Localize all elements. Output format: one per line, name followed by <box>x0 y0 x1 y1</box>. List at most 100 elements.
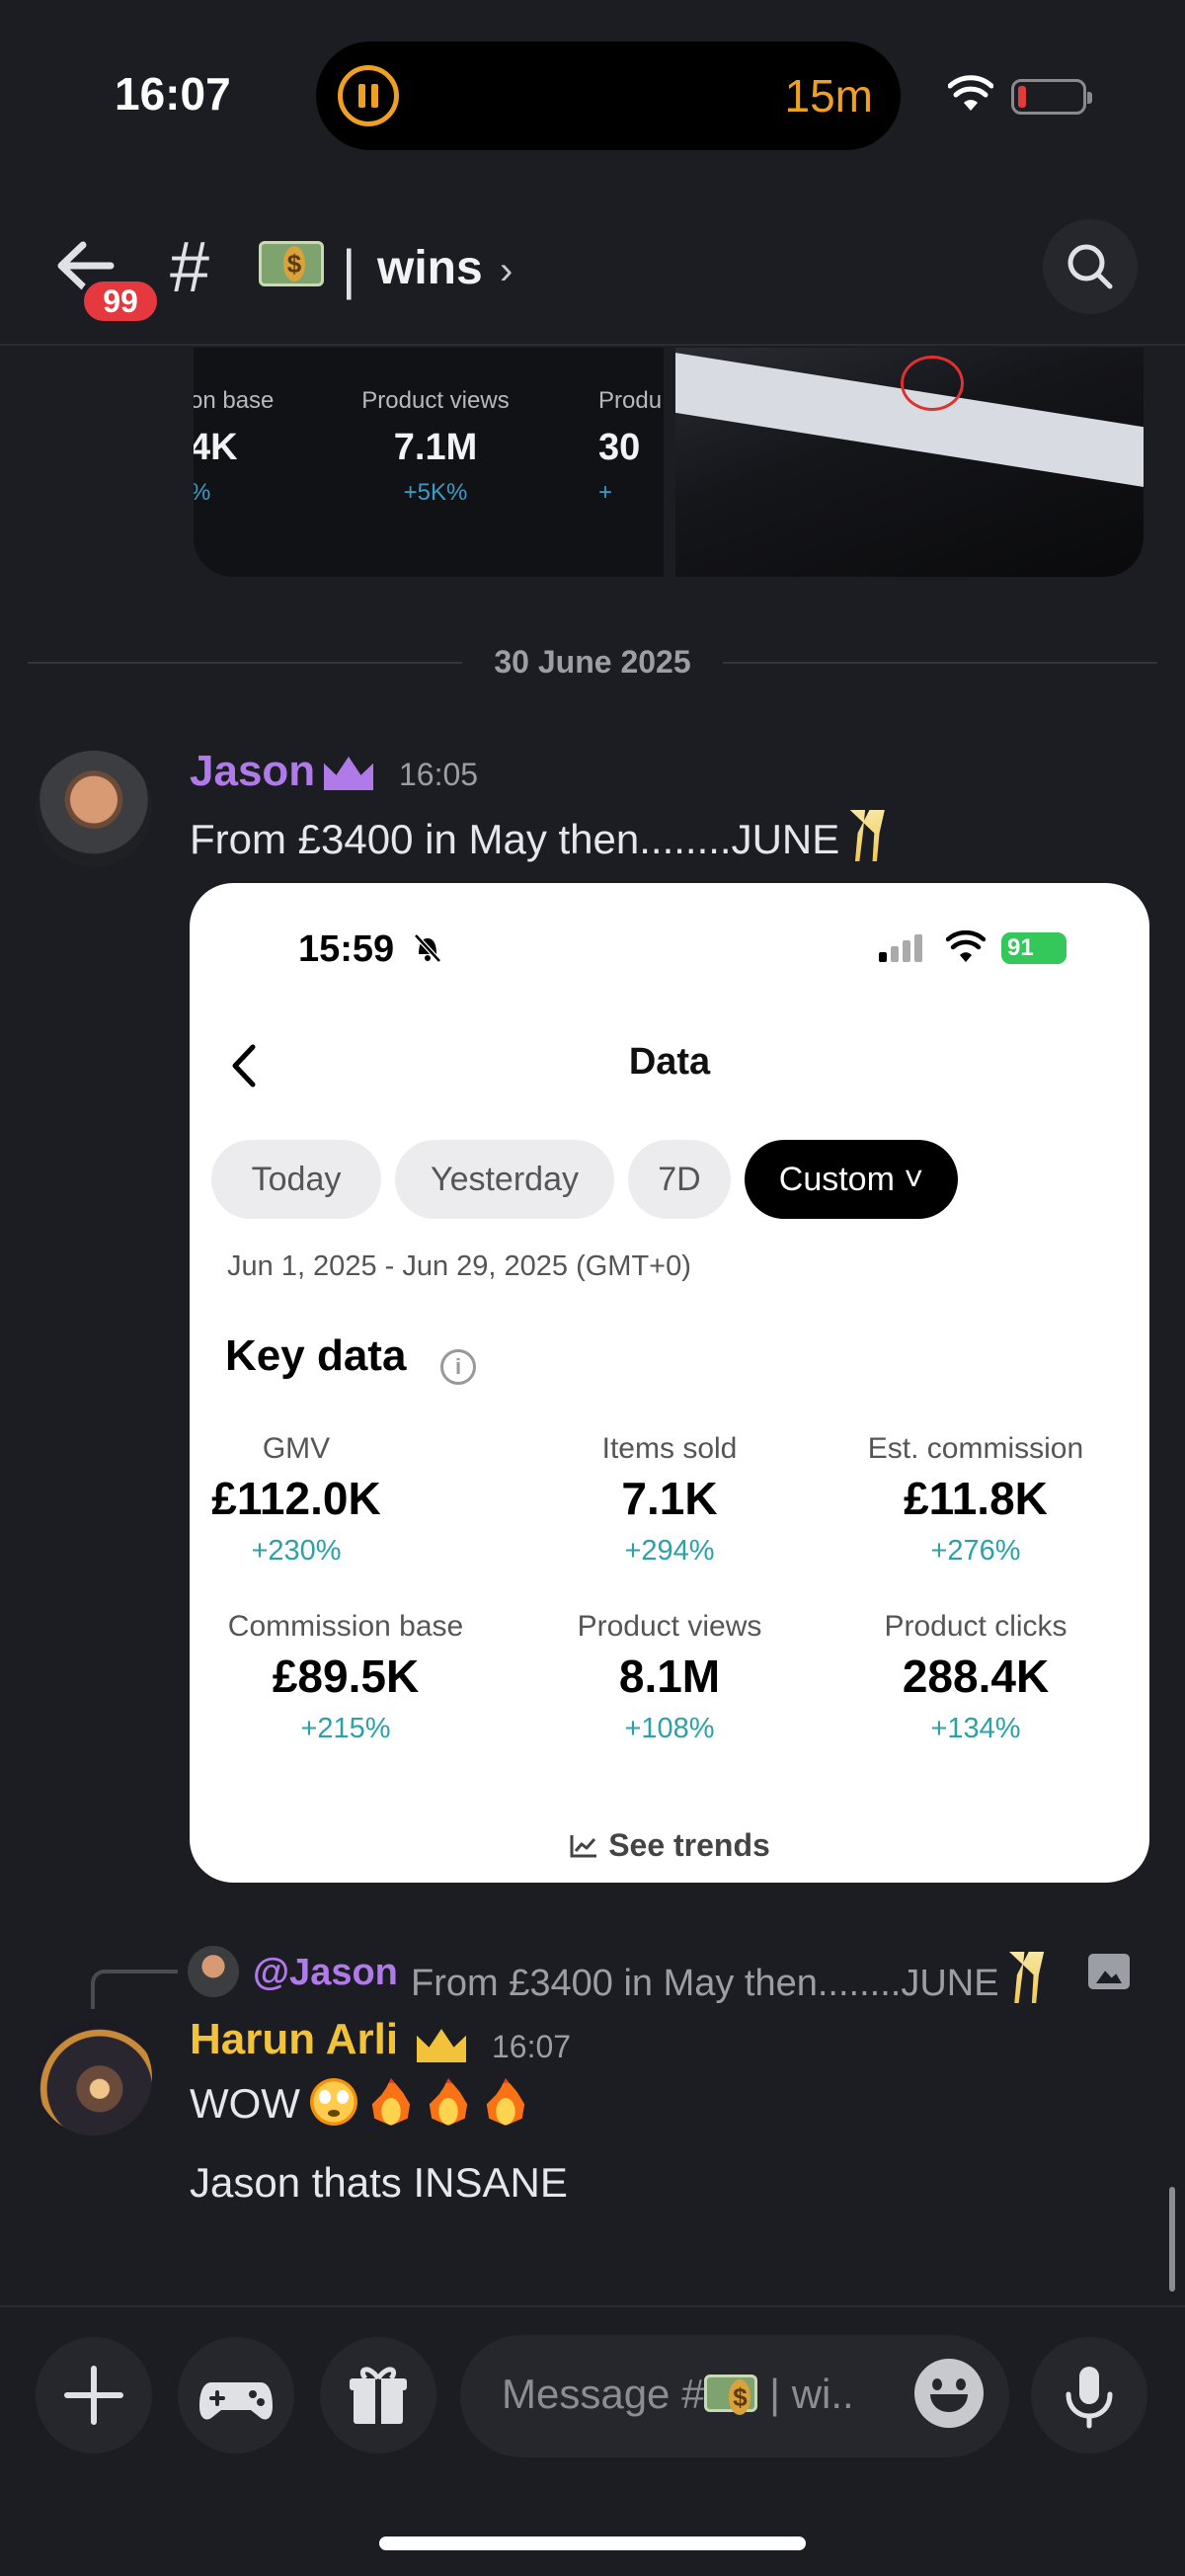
fire-icon <box>371 2078 411 2126</box>
prev-stat-value: 7.1M <box>393 427 478 468</box>
message-composer: Message # | wi.. <box>0 2305 1185 2457</box>
wifi-icon <box>948 75 993 111</box>
see-trends-link: See trends <box>190 1827 1149 1864</box>
chip-7d: 7D <box>628 1140 731 1219</box>
stat-est-commission: Est. commission £11.8K +276% <box>818 1432 1134 1568</box>
money-emoji-icon <box>259 241 324 286</box>
gift-icon <box>350 2367 407 2424</box>
author-name[interactable]: Jason <box>190 747 315 796</box>
stat-label: Commission base <box>227 1610 464 1643</box>
island-timer: 15m <box>784 70 873 121</box>
fire-icon <box>429 2078 468 2126</box>
avatar[interactable] <box>36 751 152 867</box>
message-input[interactable]: Message # | wi.. <box>460 2335 1009 2457</box>
reply-preview-text: From £3400 in May then........JUNE <box>411 1963 999 2004</box>
image-icon <box>1088 1954 1130 1989</box>
avatar[interactable] <box>36 2019 152 2135</box>
stat-label: Items sold <box>601 1432 738 1465</box>
previous-stats-image[interactable]: on base 4K % Product views 7.1M +5K% Pro… <box>194 348 664 577</box>
stat-value: 8.1M <box>618 1650 721 1702</box>
stat-change: +215% <box>300 1713 391 1744</box>
chip-custom: Custom ˅ <box>745 1140 958 1219</box>
prev-stat-value: 4K <box>194 427 238 468</box>
crown-icon <box>417 2029 466 2062</box>
crown-icon <box>324 757 373 790</box>
stat-change: +134% <box>930 1713 1021 1744</box>
bell-slash-icon <box>414 933 441 963</box>
reply-avatar[interactable] <box>188 1946 239 1997</box>
prev-stat-label: Produ <box>598 387 663 414</box>
stat-value: 7.1K <box>621 1473 718 1524</box>
pause-icon[interactable] <box>338 65 399 126</box>
embed-section-title: Key data <box>225 1331 407 1380</box>
channel-name[interactable]: wins <box>377 241 483 295</box>
stat-value: 288.4K <box>902 1650 1050 1702</box>
voice-message-button[interactable] <box>1031 2337 1147 2454</box>
scrollbar[interactable] <box>1169 2187 1175 2292</box>
status-bar: 16:07 15m <box>0 0 1185 188</box>
prev-stat-change: + <box>598 479 613 506</box>
stat-value: £89.5K <box>272 1650 420 1702</box>
date-divider-label: 30 June 2025 <box>494 644 691 680</box>
prev-stat: Produ 30 + <box>598 387 664 507</box>
chip-today: Today <box>211 1140 381 1219</box>
embed-title: Data <box>628 1041 711 1083</box>
stat-change: +276% <box>930 1535 1021 1567</box>
champagne-glasses-icon <box>1008 1952 1045 2003</box>
stat-change: +294% <box>624 1535 715 1567</box>
prev-stat-label: on base <box>194 387 275 414</box>
previous-photo-image[interactable] <box>675 348 1144 577</box>
message-text: From £3400 in May then........JUNE <box>190 810 889 863</box>
stat-label: GMV <box>262 1432 331 1465</box>
prev-stat: Product views 7.1M +5K% <box>332 387 539 507</box>
gift-button[interactable] <box>320 2337 436 2454</box>
message-timestamp: 16:05 <box>399 757 479 792</box>
stat-product-views: Product views 8.1M +108% <box>512 1610 828 1745</box>
stat-items-sold: Items sold 7.1K +294% <box>512 1432 828 1568</box>
money-emoji-icon <box>704 2375 758 2415</box>
see-trends-label: See trends <box>608 1827 770 1863</box>
stat-change: +230% <box>251 1535 342 1567</box>
prev-stat-change: +5K% <box>403 479 468 506</box>
status-clock: 16:07 <box>115 68 231 120</box>
message-text: Jason thats INSANE <box>190 2159 568 2206</box>
placeholder-suffix: | wi.. <box>769 2371 854 2417</box>
channel-header: 99 # | wins › <box>0 198 1185 346</box>
reply-connector <box>91 1970 178 2009</box>
chevron-right-icon[interactable]: › <box>500 249 513 293</box>
flushed-face-icon <box>309 2078 357 2126</box>
stat-commission-base: Commission base £89.5K +215% <box>190 1610 504 1745</box>
stat-product-clicks: Product clicks 288.4K +134% <box>818 1610 1134 1745</box>
prev-stat-value: 30 <box>598 427 641 468</box>
reply-mention[interactable]: @Jason <box>253 1952 398 1994</box>
prev-stat-label: Product views <box>361 387 510 414</box>
placeholder-prefix: Message # <box>502 2371 705 2417</box>
stat-change: +108% <box>624 1713 715 1744</box>
hash-icon: # <box>170 228 210 307</box>
author-name[interactable]: Harun Arli <box>190 2015 398 2064</box>
home-indicator[interactable] <box>379 2536 806 2550</box>
stat-label: Product clicks <box>884 1610 1067 1643</box>
message-text: WOW <box>190 2078 529 2128</box>
activities-button[interactable] <box>178 2337 294 2454</box>
smile-icon[interactable] <box>914 2359 984 2428</box>
microphone-icon <box>1066 2367 1113 2429</box>
add-attachment-button[interactable] <box>36 2337 152 2454</box>
embed-status-clock: 15:59 <box>298 928 395 970</box>
prev-stat-change: % <box>194 479 298 507</box>
embed-date-range: Jun 1, 2025 - Jun 29, 2025 (GMT+0) <box>227 1250 691 1282</box>
stat-label: Product views <box>577 1610 762 1643</box>
reply-preview[interactable]: From £3400 in May then........JUNE <box>411 1952 1049 2005</box>
battery-icon: 91 <box>1001 932 1066 964</box>
message-input-placeholder: Message # | wi.. <box>502 2371 854 2418</box>
channel-separator: | <box>342 238 356 300</box>
info-icon: i <box>440 1349 476 1385</box>
stat-gmv: GMV £112.0K +230% <box>190 1432 454 1568</box>
dynamic-island[interactable]: 15m <box>316 41 901 150</box>
stat-value: £112.0K <box>211 1473 381 1524</box>
search-button[interactable] <box>1043 219 1138 314</box>
attached-screenshot[interactable]: 15:59 91 Data Today Yesterday 7D Custom … <box>190 883 1149 1883</box>
photo-red-circle <box>901 356 964 411</box>
search-icon <box>1067 244 1113 289</box>
fire-icon <box>486 2078 525 2126</box>
